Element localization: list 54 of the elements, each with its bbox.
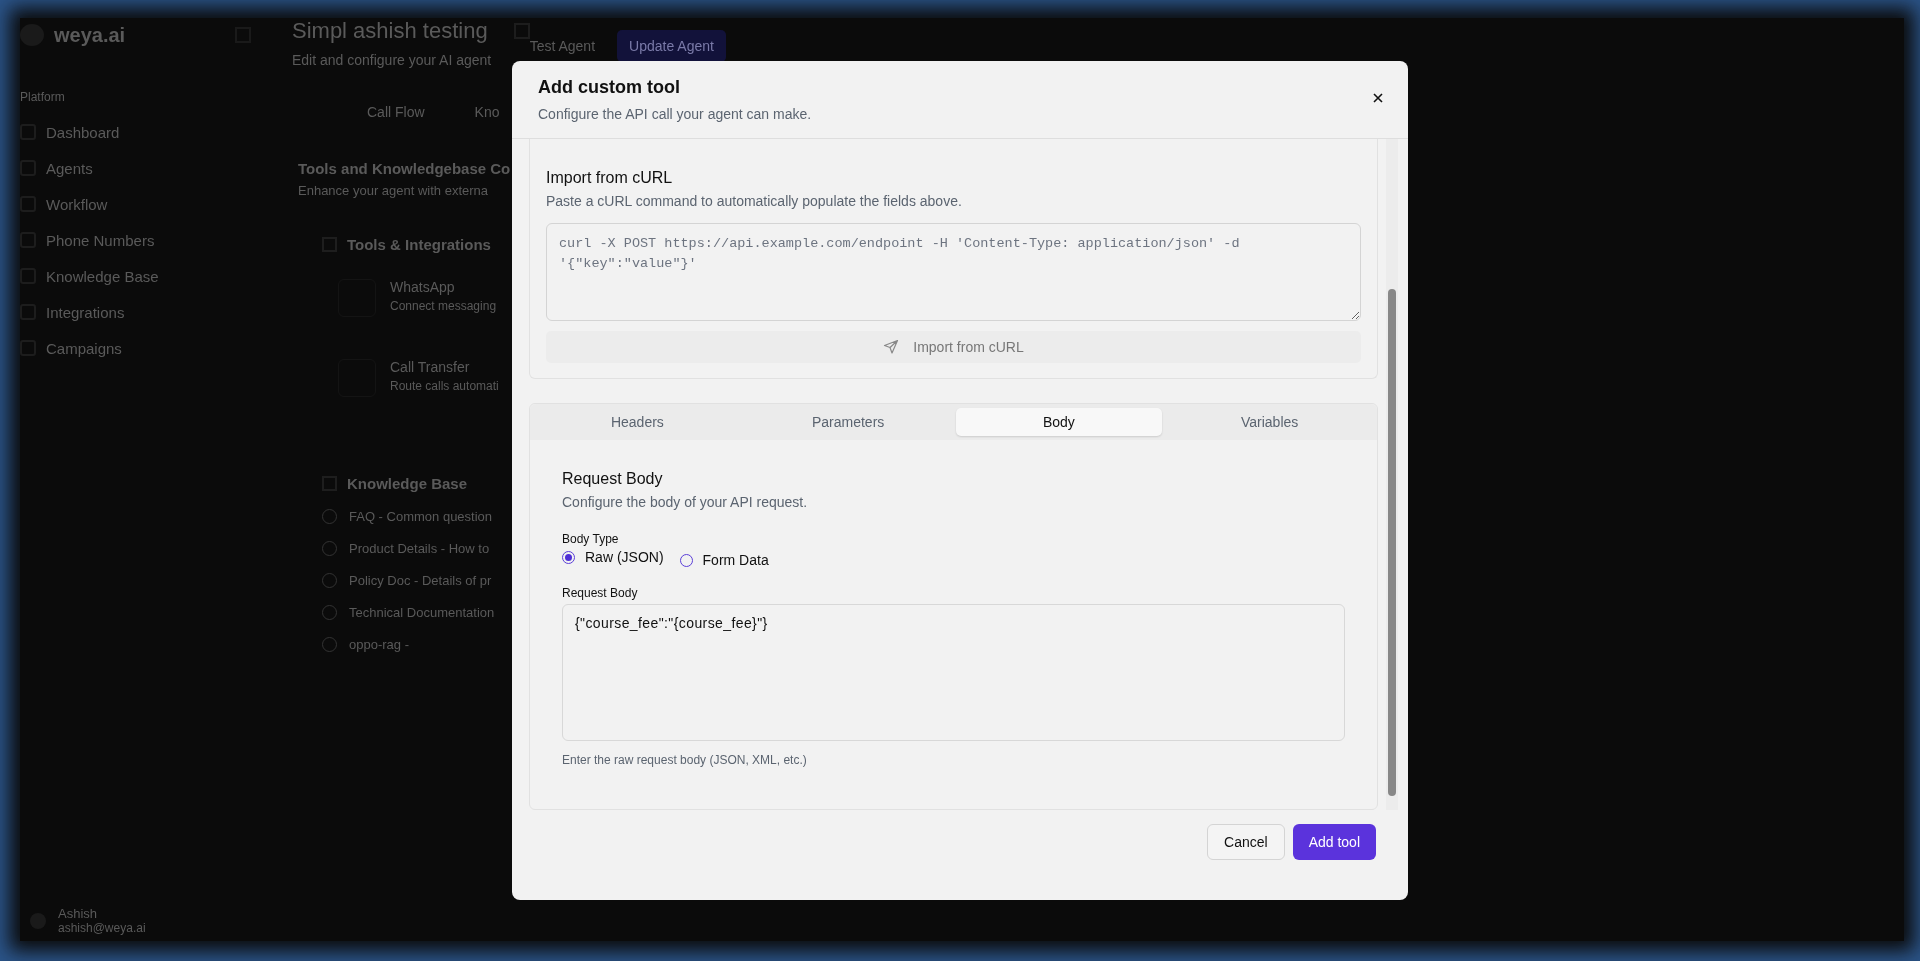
page-tab[interactable]: Kno bbox=[474, 104, 500, 120]
sidebar-item[interactable]: Knowledge Base bbox=[20, 258, 270, 294]
radio-label[interactable]: Form Data bbox=[702, 552, 769, 568]
import-description: Paste a cURL command to automatically populate the fields above. bbox=[546, 193, 963, 209]
knowledge-base-heading: Knowledge Base bbox=[347, 475, 468, 492]
tool-name: WhatsApp bbox=[390, 279, 456, 295]
sidebar-section-label: Platform bbox=[20, 90, 66, 104]
update-agent-button[interactable]: Update Agent bbox=[617, 30, 726, 62]
test-agent-button[interactable]: Test Agent bbox=[529, 38, 596, 54]
tab[interactable]: Headers bbox=[534, 408, 741, 436]
section-title: Tools and Knowledgebase Co bbox=[298, 160, 511, 177]
tab[interactable]: Body bbox=[955, 408, 1163, 436]
cancel-button[interactable]: Cancel bbox=[1207, 824, 1285, 860]
knowledge-item-label: oppo-rag - bbox=[349, 636, 409, 652]
request-body-label: Request Body bbox=[562, 586, 639, 600]
tab[interactable]: Variables bbox=[1166, 408, 1373, 436]
dialog-subtitle: Configure the API call your agent can make. bbox=[538, 106, 812, 122]
tab[interactable]: Parameters bbox=[744, 408, 952, 436]
sidebar-item[interactable]: Phone Numbers bbox=[20, 222, 270, 258]
sidebar-item[interactable]: Agents bbox=[20, 150, 270, 186]
sidebar-item[interactable]: Campaigns bbox=[20, 330, 270, 366]
section-subtitle: Enhance your agent with externa bbox=[298, 183, 489, 198]
sidebar-item[interactable]: Dashboard bbox=[20, 114, 270, 150]
user-name: Ashish bbox=[58, 906, 99, 921]
tools-heading: Tools & Integrations bbox=[347, 236, 491, 253]
page-tab[interactable]: Call Flow bbox=[367, 104, 425, 120]
knowledge-item-label: Policy Doc - Details of pr bbox=[349, 572, 492, 588]
close-icon[interactable] bbox=[1372, 92, 1384, 104]
logo-text: weya.ai bbox=[54, 23, 126, 47]
page-title: Simpl ashish testing bbox=[292, 18, 488, 44]
request-body-title: Request Body bbox=[562, 470, 664, 488]
user-email: ashish@weya.ai bbox=[58, 921, 146, 935]
field-hint: Enter the raw request body (JSON, XML, etc.) bbox=[562, 753, 808, 767]
curl-input-field[interactable]: curl -X POST https://api.example.com/endpoint -H 'Content-Type: application/json' -d '{"key":"value"}' bbox=[546, 223, 1361, 321]
tool-description: Route calls automati bbox=[390, 379, 499, 393]
import-title: Import from cURL bbox=[546, 169, 674, 187]
request-body-field[interactable]: {"course_fee":"{course_fee}"} bbox=[562, 604, 1345, 741]
knowledge-item-label: FAQ - Common question bbox=[349, 508, 493, 524]
request-body-description: Configure the body of your API request. bbox=[562, 494, 809, 510]
body-type-label: Body Type bbox=[562, 532, 620, 546]
import-button[interactable]: Import from cURL bbox=[546, 331, 1361, 363]
tool-description: Connect messaging bbox=[390, 299, 497, 313]
logo-icon bbox=[20, 24, 44, 46]
tool-name: Call Transfer bbox=[390, 359, 471, 375]
radio-label[interactable]: Raw (JSON) bbox=[585, 549, 664, 565]
page-subtitle: Edit and configure your AI agent bbox=[292, 52, 493, 68]
sidebar-item[interactable]: Workflow bbox=[20, 186, 270, 222]
knowledge-item-label: Product Details - How to bbox=[349, 540, 490, 556]
knowledge-item-label: Technical Documentation bbox=[349, 604, 495, 620]
send-icon bbox=[883, 339, 900, 355]
dialog-title: Add custom tool bbox=[538, 77, 681, 98]
scrollbar[interactable] bbox=[1386, 139, 1398, 810]
sidebar-item[interactable]: Integrations bbox=[20, 294, 270, 330]
add-tool-button[interactable]: Add tool bbox=[1292, 824, 1376, 860]
